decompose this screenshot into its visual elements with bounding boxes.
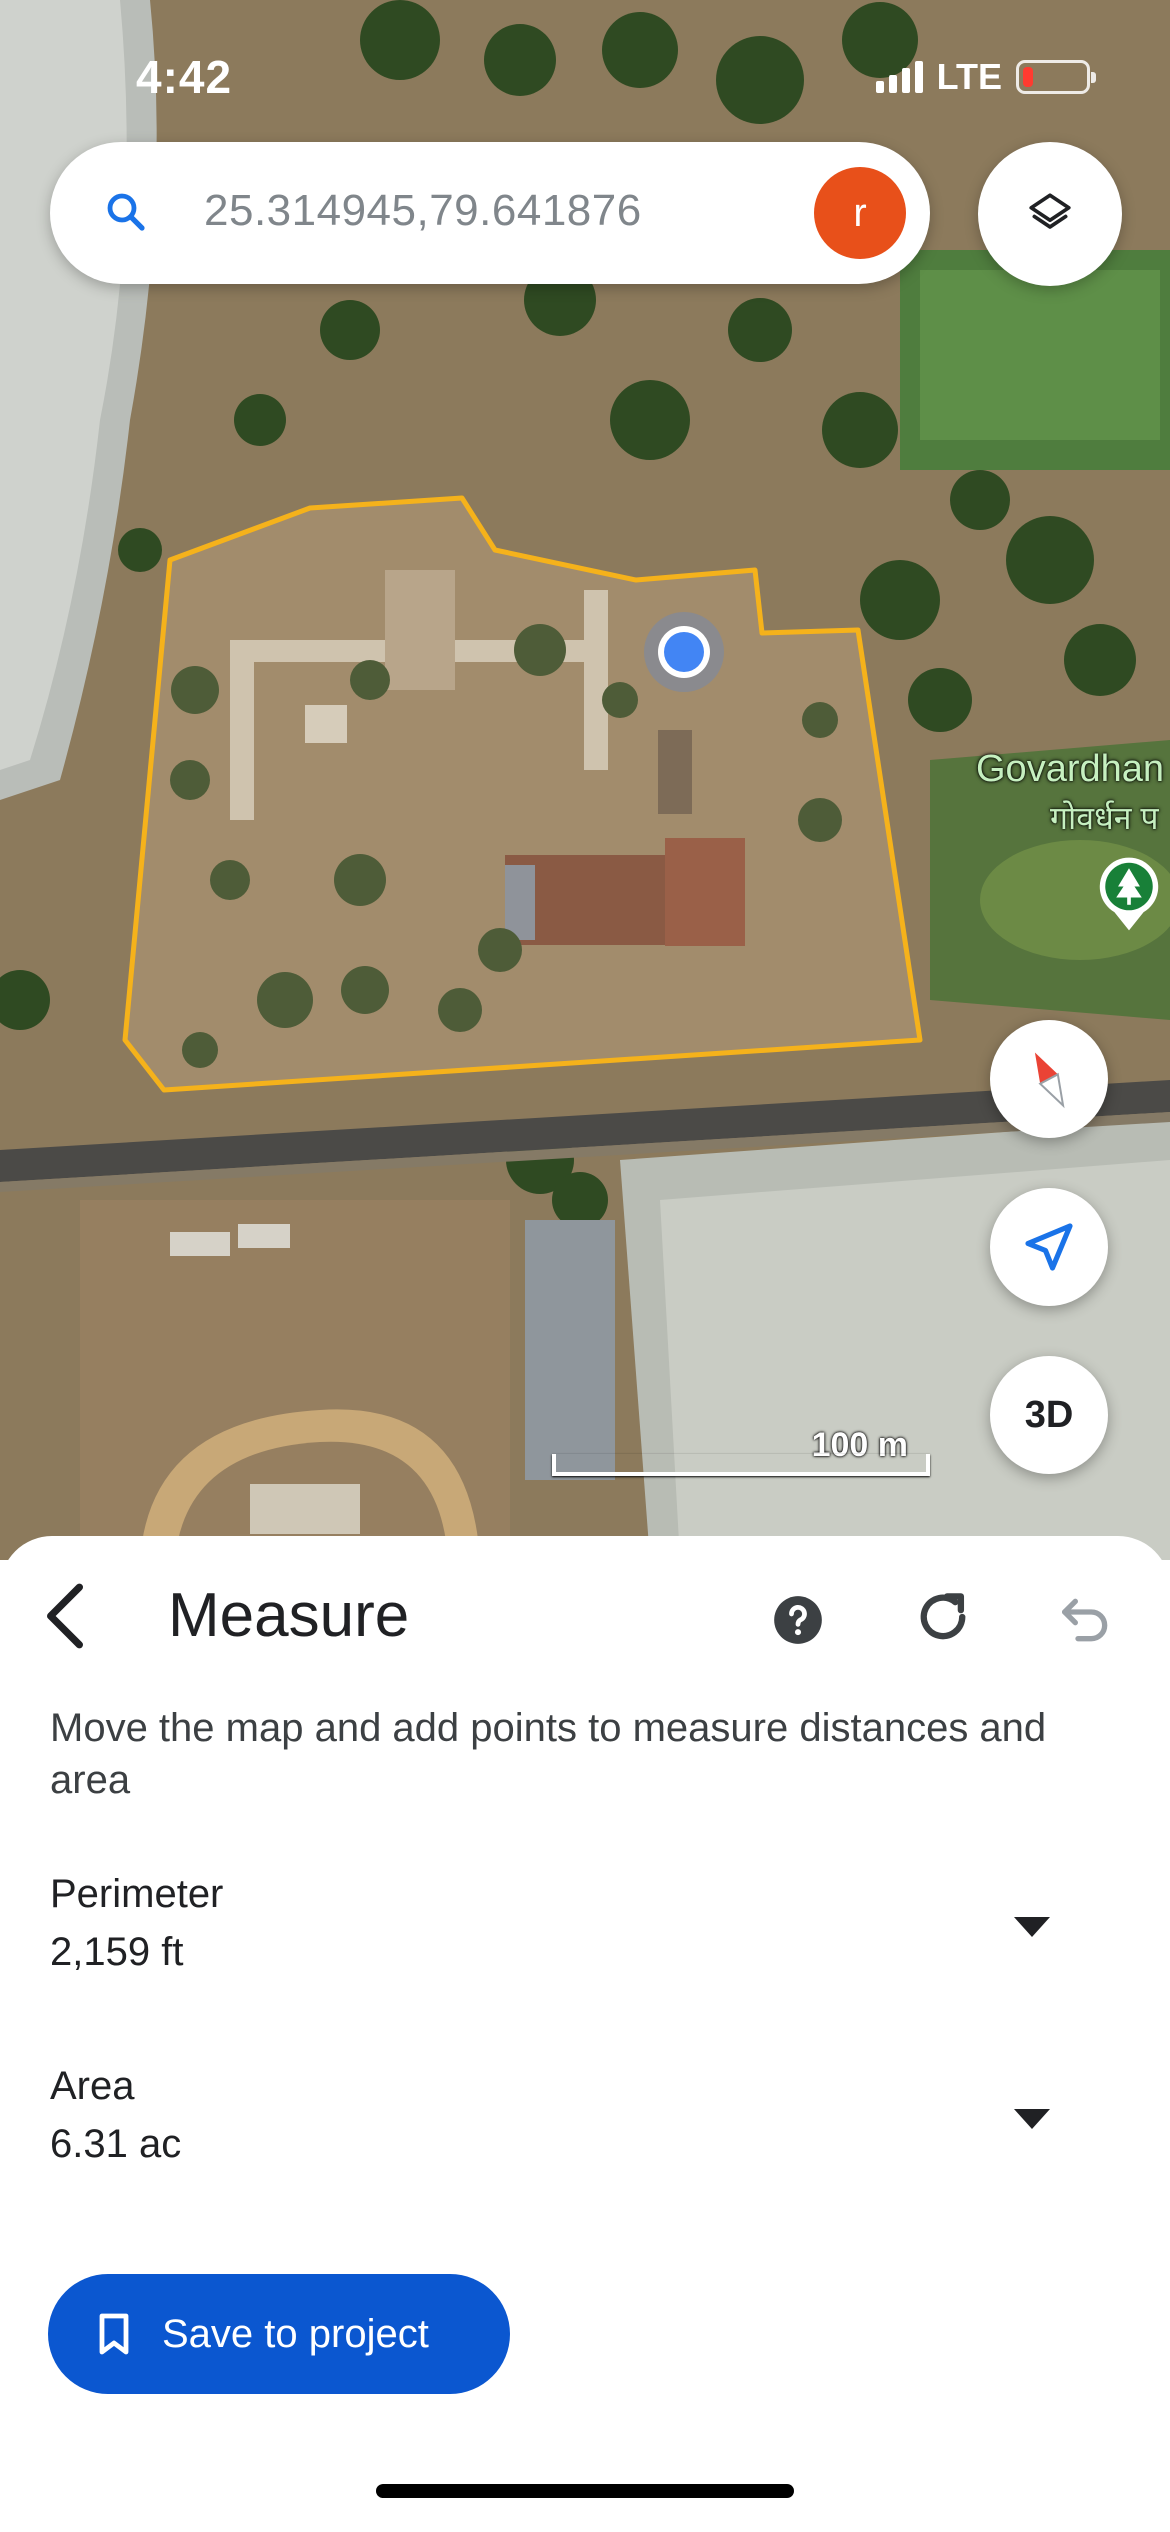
network-type: LTE — [936, 56, 1002, 97]
save-to-project-button[interactable]: Save to project — [48, 2274, 510, 2394]
measure-sheet: Measure Move the map and add points to m… — [0, 1536, 1170, 2532]
search-icon — [107, 193, 145, 231]
locate-icon — [1025, 1223, 1073, 1271]
area-value: 6.31 ac — [50, 2122, 182, 2166]
status-bar: 4:42 LTE — [0, 0, 1170, 150]
perimeter-value: 2,159 ft — [50, 1930, 184, 1974]
status-indicators: LTE — [875, 56, 1096, 98]
area-row[interactable]: Area 6.31 ac — [50, 2064, 1120, 2184]
undo-icon[interactable] — [1054, 1588, 1118, 1652]
status-time: 4:42 — [136, 51, 233, 103]
map-scale: 100 m — [552, 1426, 930, 1482]
signal-icon — [875, 61, 923, 93]
place-label-local: गोवर्धन प — [1050, 800, 1159, 836]
help-icon[interactable] — [772, 1594, 824, 1646]
layers-icon — [1029, 193, 1071, 229]
compass-button[interactable] — [990, 1020, 1108, 1138]
area-label: Area — [50, 2064, 135, 2108]
park-icon[interactable] — [1092, 850, 1166, 934]
page-title: Measure — [168, 1581, 410, 1650]
avatar[interactable]: r — [814, 167, 906, 259]
perimeter-label: Perimeter — [50, 1872, 224, 1916]
perimeter-row[interactable]: Perimeter 2,159 ft — [50, 1872, 1120, 1992]
compass-icon — [1034, 1052, 1065, 1109]
home-indicator[interactable] — [376, 2484, 794, 2498]
my-location-button[interactable] — [990, 1188, 1108, 1306]
battery-icon — [1016, 60, 1096, 94]
save-button-label: Save to project — [162, 2312, 429, 2356]
bookmark-icon — [99, 2313, 129, 2355]
search-query[interactable]: 25.314945,79.641876 — [204, 186, 642, 236]
3d-toggle-button[interactable]: 3D — [990, 1356, 1108, 1474]
chevron-down-icon[interactable] — [1010, 1912, 1054, 1942]
place-label[interactable]: Govardhan — [976, 748, 1164, 791]
scale-bar — [552, 1454, 930, 1476]
layers-button[interactable] — [978, 142, 1122, 286]
satellite-map[interactable]: 4:42 LTE 25.314945,79.641876 r Govardhan… — [0, 0, 1170, 1560]
back-icon[interactable] — [40, 1580, 90, 1652]
refresh-icon[interactable] — [910, 1584, 976, 1650]
search-bar[interactable]: 25.314945,79.641876 r — [50, 142, 930, 284]
measure-instructions: Move the map and add points to measure d… — [50, 1706, 1047, 1802]
chevron-down-icon[interactable] — [1010, 2104, 1054, 2134]
